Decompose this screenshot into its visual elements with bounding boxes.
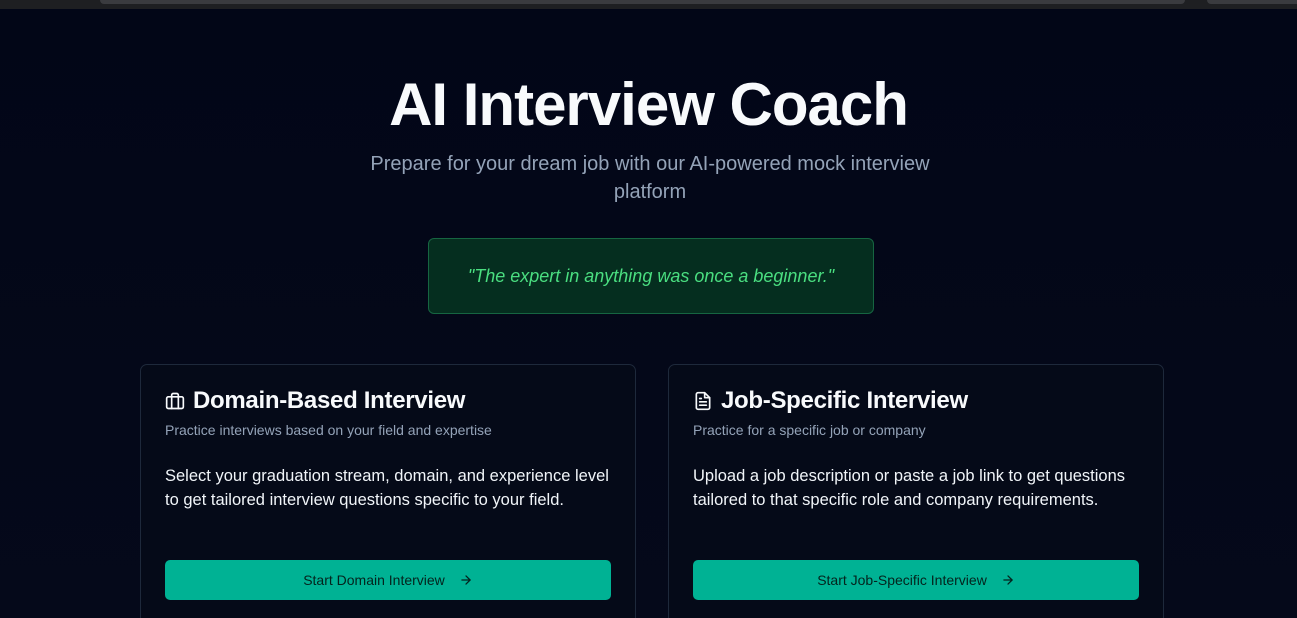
start-domain-interview-button[interactable]: Start Domain Interview	[165, 560, 611, 600]
page-subtitle: Prepare for your dream job with our AI-p…	[370, 153, 930, 203]
arrow-right-icon	[1001, 573, 1015, 587]
start-job-specific-interview-button[interactable]: Start Job-Specific Interview	[693, 560, 1139, 600]
card-title: Job-Specific Interview	[721, 387, 968, 414]
domain-interview-card: Domain-Based Interview Practice intervie…	[140, 364, 636, 618]
card-header: Domain-Based Interview	[165, 387, 465, 415]
quote-text: "The expert in anything was once a begin…	[467, 265, 835, 286]
card-description: Upload a job description or paste a job …	[693, 467, 1126, 509]
browser-top-bar	[0, 0, 1297, 9]
card-subtitle: Practice for a specific job or company	[693, 422, 926, 438]
page-title: AI Interview Coach	[389, 71, 909, 138]
top-bar-segment	[100, 0, 1185, 4]
page: AI Interview Coach Prepare for your drea…	[0, 0, 1297, 618]
button-label: Start Domain Interview	[303, 572, 445, 588]
job-specific-interview-card: Job-Specific Interview Practice for a sp…	[668, 364, 1164, 618]
card-title: Domain-Based Interview	[193, 387, 466, 414]
quote-box: "The expert in anything was once a begin…	[428, 238, 874, 314]
arrow-right-icon	[459, 573, 473, 587]
top-bar-segment-right	[1207, 0, 1297, 4]
briefcase-icon	[165, 391, 185, 411]
document-icon	[693, 391, 713, 411]
button-label: Start Job-Specific Interview	[817, 572, 987, 588]
card-description: Select your graduation stream, domain, a…	[165, 467, 609, 509]
card-header: Job-Specific Interview	[693, 387, 968, 415]
card-subtitle: Practice interviews based on your field …	[165, 422, 492, 438]
